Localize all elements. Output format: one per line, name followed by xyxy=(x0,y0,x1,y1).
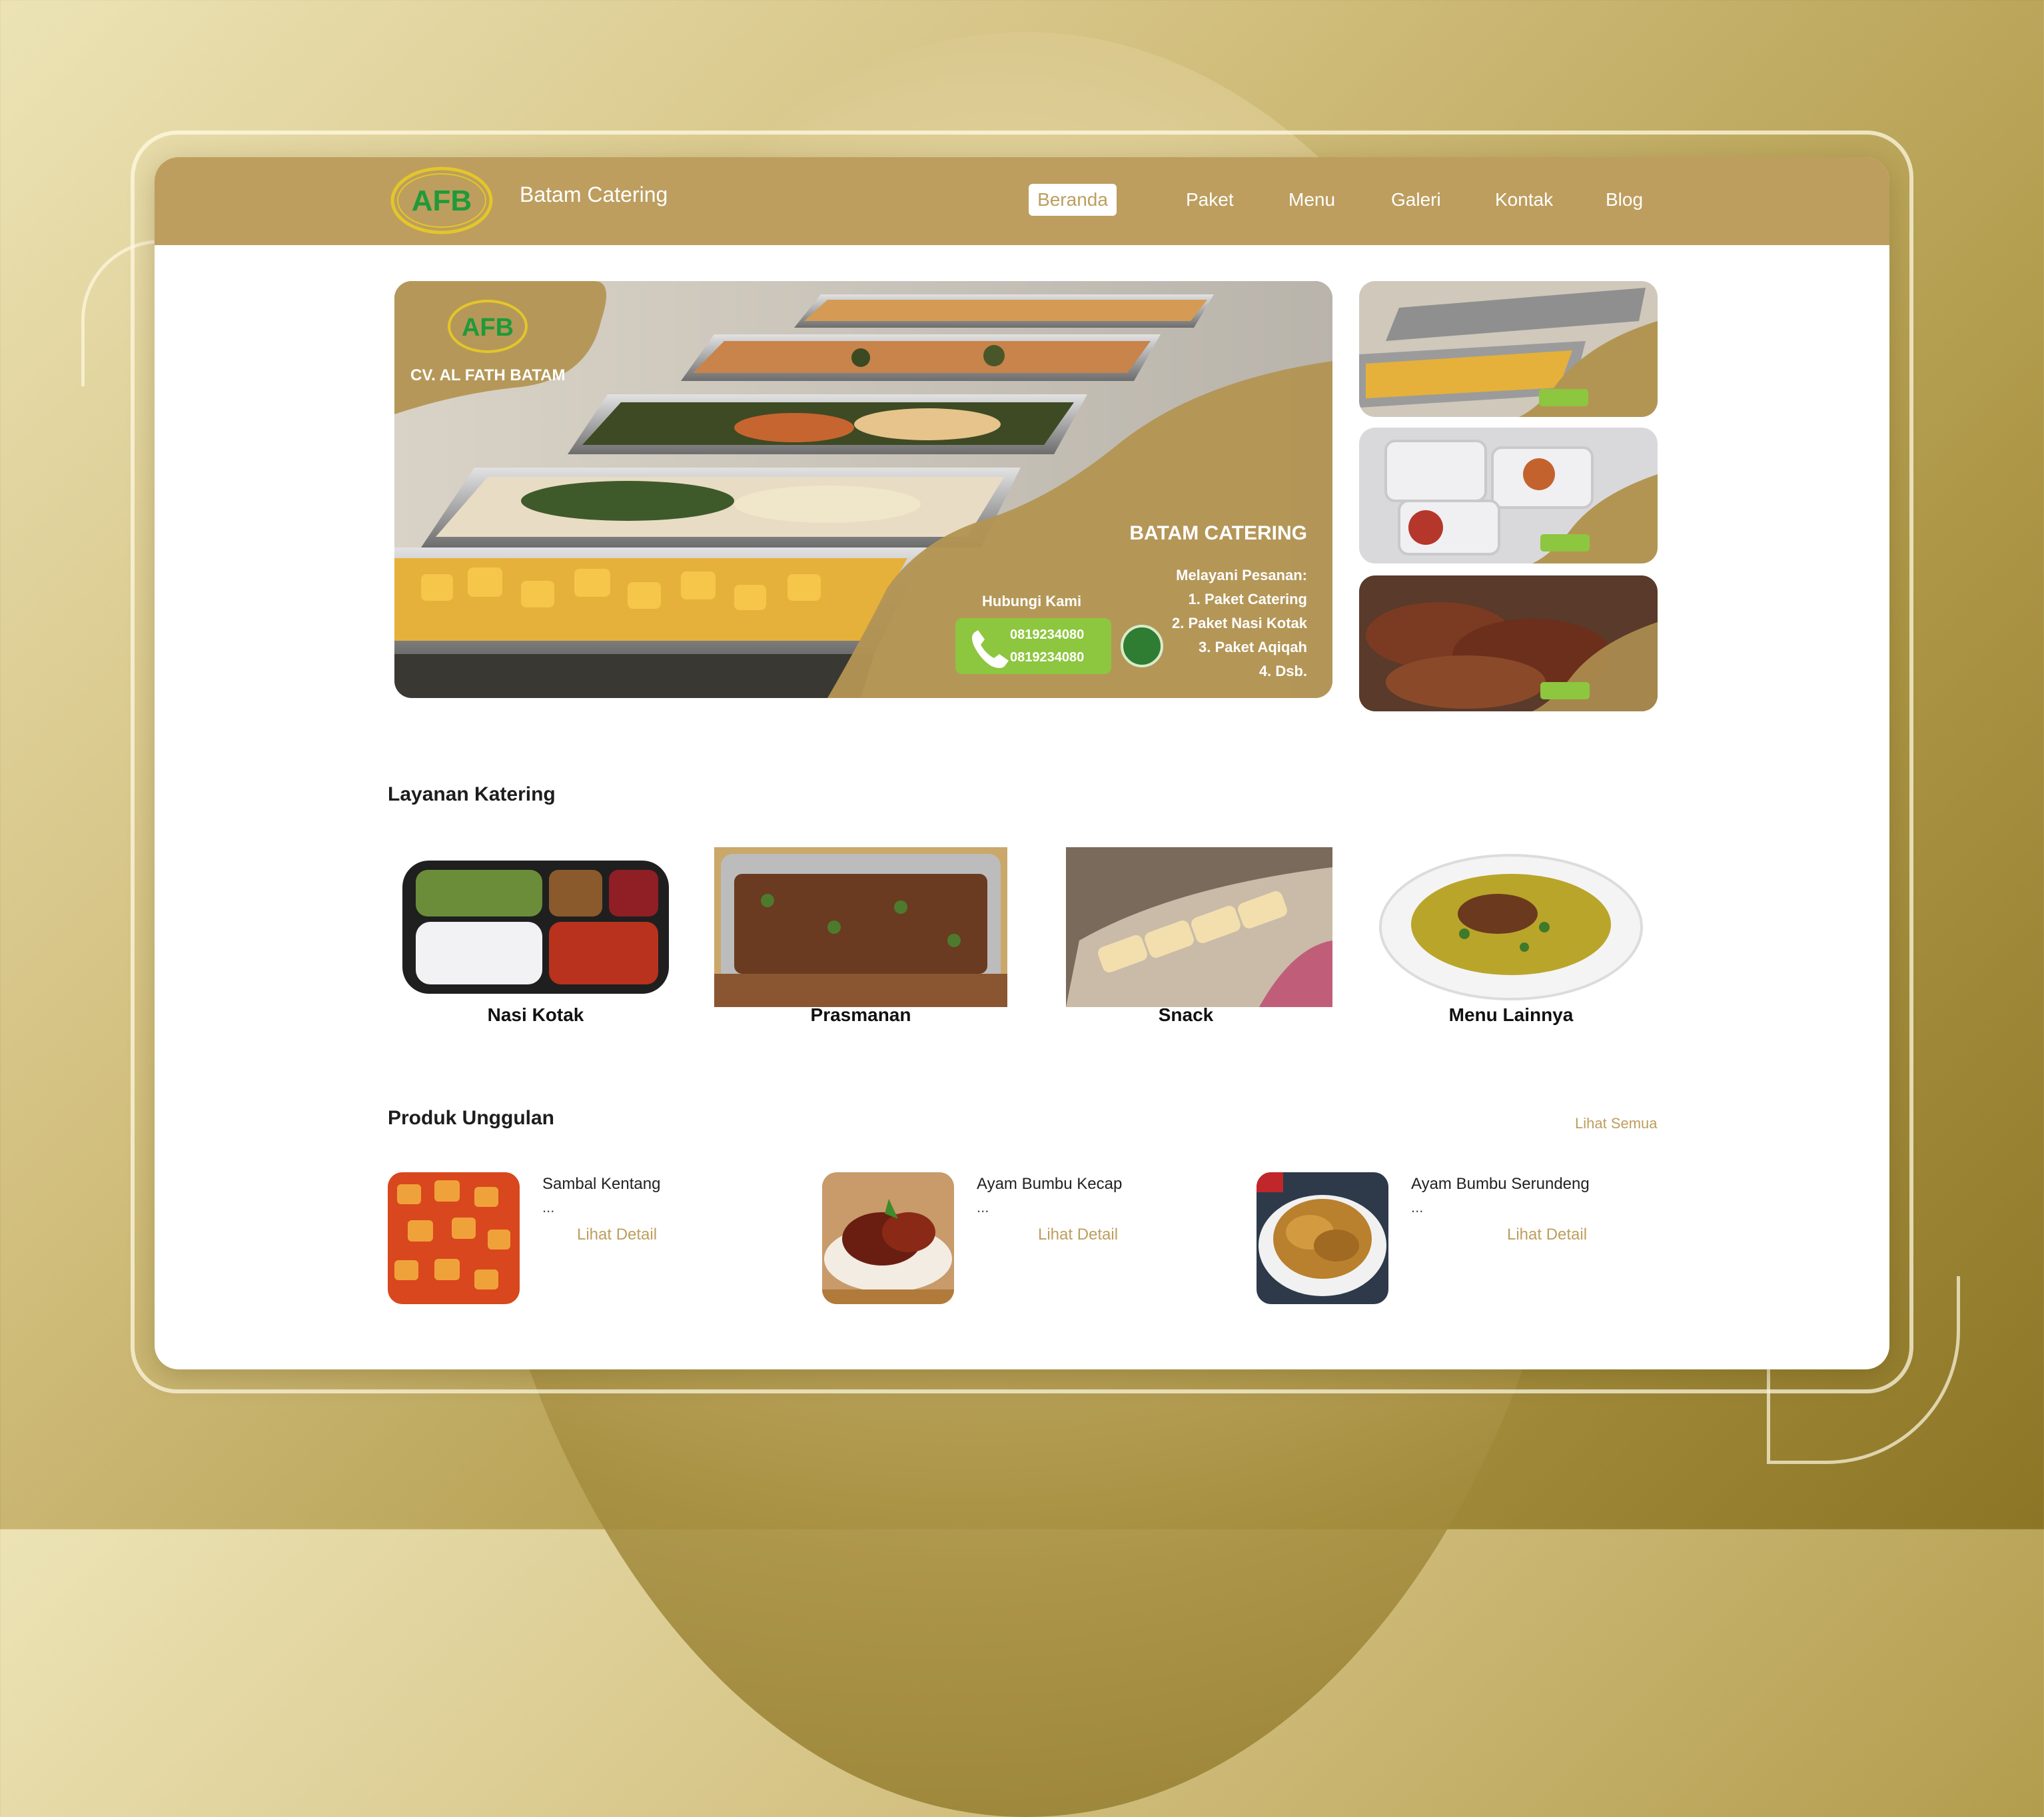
product-image-sambal-kentang[interactable] xyxy=(388,1172,520,1304)
product-name[interactable]: Ayam Bumbu Kecap xyxy=(977,1175,1122,1194)
hero-logo-text: AFB xyxy=(462,314,514,342)
slider-thumbnail-3[interactable] xyxy=(1359,575,1658,711)
nav-blog[interactable]: Blog xyxy=(1594,184,1655,216)
product-description: ... xyxy=(977,1199,989,1216)
nav-menu[interactable]: Menu xyxy=(1277,184,1347,216)
nav-beranda[interactable]: Beranda xyxy=(1029,184,1117,216)
category-image-prasmanan[interactable] xyxy=(714,847,1007,1007)
hero-banner[interactable]: AFB CV. AL FATH BATAM BATAM CATERING Mel… xyxy=(394,281,1332,698)
nav-paket[interactable]: Paket xyxy=(1174,184,1246,216)
product-description: ... xyxy=(1411,1199,1424,1216)
product-description: ... xyxy=(542,1199,555,1216)
product-name[interactable]: Ayam Bumbu Serundeng xyxy=(1411,1175,1590,1194)
services-heading: Melayani Pesanan: xyxy=(1176,567,1307,583)
service-item: 3. Paket Aqiqah xyxy=(1198,639,1307,655)
phone-number[interactable]: 0819234080 xyxy=(1010,623,1084,646)
category-label[interactable]: Prasmanan xyxy=(714,1004,1007,1026)
product-image-ayam-bumbu-kecap[interactable] xyxy=(822,1172,954,1304)
category-label[interactable]: Nasi Kotak xyxy=(389,1004,682,1026)
phone-numbers[interactable]: 0819234080 0819234080 xyxy=(1010,623,1084,669)
category-label[interactable]: Snack xyxy=(1039,1004,1332,1026)
product-detail-link[interactable]: Lihat Detail xyxy=(1507,1226,1587,1244)
halal-badge-icon xyxy=(1121,625,1163,667)
chafing-dish-3 xyxy=(568,394,1087,454)
product-image-ayam-bumbu-serundeng[interactable] xyxy=(1257,1172,1388,1304)
navbar: AFB Batam Catering Beranda Paket Menu Ga… xyxy=(155,157,1889,245)
section-title-produk: Produk Unggulan xyxy=(388,1107,554,1129)
category-image-nasi-kotak[interactable] xyxy=(389,847,682,1007)
nav-kontak[interactable]: Kontak xyxy=(1483,184,1565,216)
service-item: 1. Paket Catering xyxy=(1188,591,1307,607)
browser-window: AFB Batam Catering Beranda Paket Menu Ga… xyxy=(155,157,1889,1369)
contact-label: Hubungi Kami xyxy=(982,593,1082,609)
slider-thumbnail-1[interactable] xyxy=(1359,281,1658,417)
brand-name[interactable]: Batam Catering xyxy=(520,182,668,207)
chafing-dish-5 xyxy=(794,294,1214,328)
category-image-menu-lainnya[interactable] xyxy=(1364,847,1658,1007)
hero-services: Melayani Pesanan: 1. Paket Catering 2. P… xyxy=(1172,563,1307,683)
hero-company: CV. AL FATH BATAM xyxy=(410,366,566,384)
category-label[interactable]: Menu Lainnya xyxy=(1364,1004,1658,1026)
product-detail-link[interactable]: Lihat Detail xyxy=(577,1226,657,1244)
see-all-link[interactable]: Lihat Semua xyxy=(1575,1115,1658,1132)
afb-logo[interactable]: AFB xyxy=(389,164,494,237)
slider-thumbnail-2[interactable] xyxy=(1359,428,1658,563)
chafing-dish-4 xyxy=(681,334,1161,381)
nav-galeri[interactable]: Galeri xyxy=(1379,184,1453,216)
section-title-layanan: Layanan Katering xyxy=(388,783,556,805)
chafing-dish-1 xyxy=(394,547,927,654)
category-image-snack[interactable] xyxy=(1039,847,1332,1007)
product-detail-link[interactable]: Lihat Detail xyxy=(1038,1226,1118,1244)
hero-title: BATAM CATERING xyxy=(1129,522,1307,544)
service-item: 2. Paket Nasi Kotak xyxy=(1172,615,1307,631)
phone-number[interactable]: 0819234080 xyxy=(1010,646,1084,669)
service-item: 4. Dsb. xyxy=(1259,663,1307,679)
logo-text: AFB xyxy=(412,184,472,217)
chafing-dish-2 xyxy=(421,468,1021,547)
product-name[interactable]: Sambal Kentang xyxy=(542,1175,660,1194)
